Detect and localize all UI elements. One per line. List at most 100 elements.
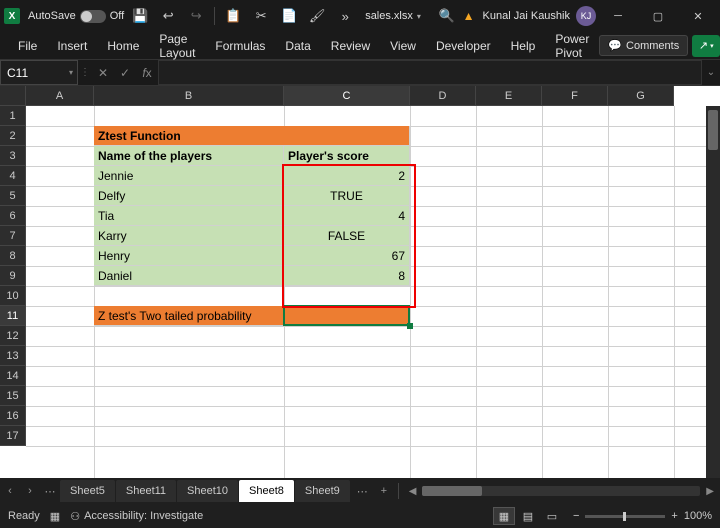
tab-review[interactable]: Review	[321, 32, 380, 59]
column-header[interactable]: G	[608, 86, 674, 106]
tab-power-pivot[interactable]: Power Pivot	[545, 32, 599, 59]
row-header[interactable]: 10	[0, 286, 26, 306]
tab-data[interactable]: Data	[275, 32, 320, 59]
cell[interactable]: 4	[284, 206, 410, 226]
row-header[interactable]: 8	[0, 246, 26, 266]
zoom-slider[interactable]	[585, 515, 665, 518]
grip-icon[interactable]: ⋮	[78, 60, 92, 85]
row-header[interactable]: 12	[0, 326, 26, 346]
cancel-formula-button[interactable]: ✕	[92, 60, 114, 85]
share-button[interactable]: ↗▾	[692, 35, 720, 57]
sheet-nav-next[interactable]: ›	[20, 485, 40, 497]
name-box[interactable]: C11 ▾	[0, 60, 78, 85]
view-page-break-button[interactable]: ▭	[541, 507, 563, 525]
row-header[interactable]: 5	[0, 186, 26, 206]
row-header[interactable]: 17	[0, 426, 26, 446]
cell[interactable]: Daniel	[94, 266, 284, 286]
cell[interactable]: Ztest Function	[94, 126, 410, 146]
row-header[interactable]: 16	[0, 406, 26, 426]
minimize-button[interactable]: ─	[600, 2, 636, 30]
column-header[interactable]: F	[542, 86, 608, 106]
search-icon[interactable]: 🔍	[435, 4, 459, 28]
sheet-tab[interactable]: Sheet11	[116, 480, 176, 502]
column-header[interactable]: A	[26, 86, 94, 106]
accept-formula-button[interactable]: ✓	[114, 60, 136, 85]
scroll-left-icon[interactable]: ◀	[407, 486, 419, 497]
row-header[interactable]: 9	[0, 266, 26, 286]
column-header[interactable]: B	[94, 86, 284, 106]
account-button[interactable]: ▲ Kunal Jai Kaushik KJ	[463, 6, 596, 26]
sheet-tab[interactable]: Sheet10	[177, 480, 238, 502]
cut-icon[interactable]: ✂	[249, 4, 273, 28]
new-sheet-button[interactable]: +	[374, 485, 394, 497]
tab-help[interactable]: Help	[501, 32, 546, 59]
sheet-tab[interactable]: Sheet5	[60, 480, 115, 502]
vertical-scrollbar[interactable]	[706, 106, 720, 478]
cell[interactable]: Name of the players	[94, 146, 284, 166]
scroll-right-icon[interactable]: ▶	[704, 486, 716, 497]
scroll-thumb[interactable]	[422, 486, 482, 496]
maximize-button[interactable]: ▢	[640, 2, 676, 30]
comments-button[interactable]: 💬 Comments	[599, 35, 688, 56]
cell[interactable]: Player's score	[284, 146, 410, 166]
row-header[interactable]: 15	[0, 386, 26, 406]
tab-formulas[interactable]: Formulas	[205, 32, 275, 59]
tab-file[interactable]: File	[8, 32, 47, 59]
row-header[interactable]: 3	[0, 146, 26, 166]
row-header[interactable]: 11	[0, 306, 26, 326]
row-header[interactable]: 4	[0, 166, 26, 186]
column-header[interactable]: D	[410, 86, 476, 106]
tab-developer[interactable]: Developer	[426, 32, 501, 59]
toolbar-overflow-icon[interactable]: »	[333, 4, 357, 28]
sheet-nav-prev[interactable]: ‹	[0, 485, 20, 497]
row-header[interactable]: 14	[0, 366, 26, 386]
row-header[interactable]: 1	[0, 106, 26, 126]
tab-view[interactable]: View	[380, 32, 426, 59]
accessibility-button[interactable]: ⚇ Accessibility: Investigate	[70, 510, 203, 523]
select-all-triangle[interactable]	[0, 86, 26, 106]
sheet-overflow[interactable]: ⋯	[351, 485, 374, 498]
toggle-switch-icon[interactable]	[80, 10, 106, 23]
cell[interactable]: Jennie	[94, 166, 284, 186]
row-header[interactable]: 6	[0, 206, 26, 226]
format-painter-icon[interactable]: 🖌	[305, 4, 329, 28]
expand-formula-bar-icon[interactable]: ⌄	[702, 60, 720, 85]
stats-icon[interactable]: ▦	[50, 510, 60, 523]
save-icon[interactable]: 💾	[128, 4, 152, 28]
sheet-tab-active[interactable]: Sheet8	[239, 480, 294, 502]
cell[interactable]: Tia	[94, 206, 284, 226]
undo-icon[interactable]: ↩	[156, 4, 180, 28]
row-header[interactable]: 2	[0, 126, 26, 146]
scroll-thumb[interactable]	[708, 110, 718, 150]
clipboard-icon[interactable]: 📋	[221, 4, 245, 28]
autosave-toggle[interactable]: AutoSave Off	[28, 10, 124, 23]
column-header[interactable]: E	[476, 86, 542, 106]
document-title[interactable]: sales.xlsx ▾	[365, 10, 421, 22]
cell[interactable]: Delfy	[94, 186, 284, 206]
cell[interactable]: FALSE	[284, 226, 410, 246]
tab-home[interactable]: Home	[97, 32, 149, 59]
cell[interactable]: 8	[284, 266, 410, 286]
cell[interactable]: Henry	[94, 246, 284, 266]
paste-icon[interactable]: 📄	[277, 4, 301, 28]
cell[interactable]: Z test's Two tailed probability	[94, 306, 284, 326]
row-header[interactable]: 7	[0, 226, 26, 246]
horizontal-scrollbar[interactable]: ◀ ▶	[403, 486, 720, 497]
zoom-out-button[interactable]: −	[573, 510, 579, 522]
tab-insert[interactable]: Insert	[47, 32, 97, 59]
cell[interactable]: 2	[284, 166, 410, 186]
zoom-in-button[interactable]: +	[671, 510, 677, 522]
sheet-tab[interactable]: Sheet9	[295, 480, 350, 502]
column-header[interactable]: C	[284, 86, 410, 106]
insert-function-button[interactable]: fx	[136, 60, 158, 85]
close-button[interactable]: ✕	[680, 2, 716, 30]
view-page-layout-button[interactable]: ▤	[517, 507, 539, 525]
cells-area[interactable]: Ztest FunctionName of the playersPlayer'…	[26, 106, 706, 478]
formula-input[interactable]	[158, 60, 702, 85]
cell[interactable]: 67	[284, 246, 410, 266]
cell[interactable]: TRUE	[284, 186, 410, 206]
cell[interactable]: Karry	[94, 226, 284, 246]
tab-page-layout[interactable]: Page Layout	[149, 32, 205, 59]
row-header[interactable]: 13	[0, 346, 26, 366]
zoom-level[interactable]: 100%	[684, 510, 712, 522]
